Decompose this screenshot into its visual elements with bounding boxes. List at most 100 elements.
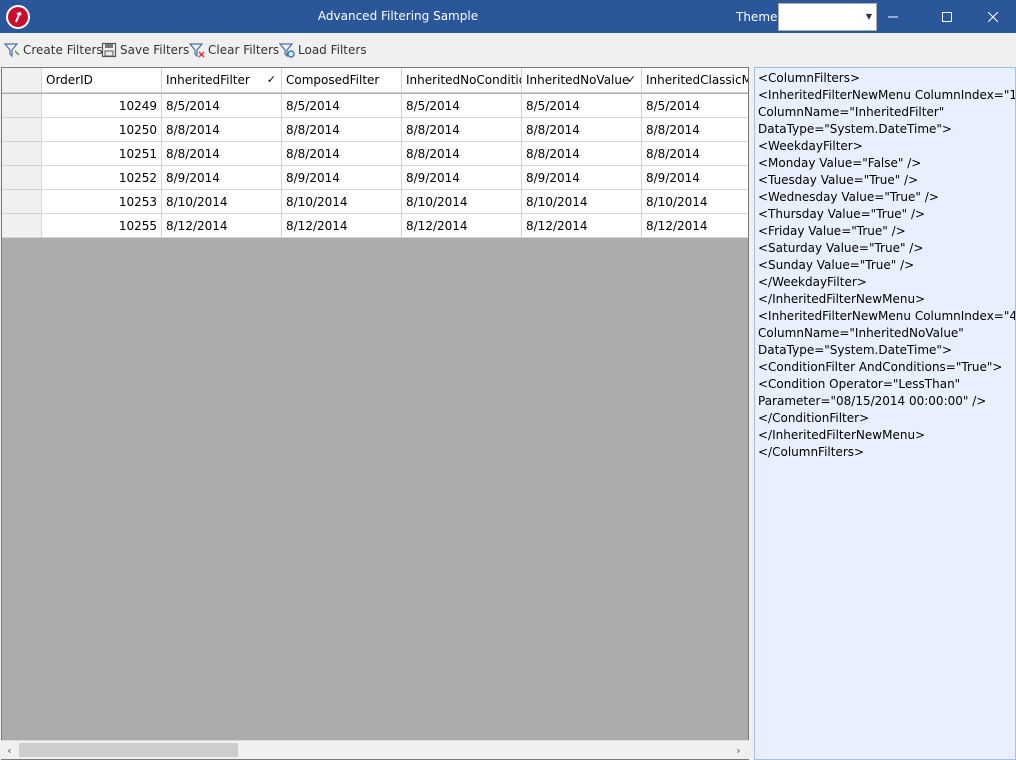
xml-line: <Tuesday Value="True" /> — [758, 173, 919, 187]
xml-line: <Sunday Value="True" /> — [758, 258, 915, 272]
row-header[interactable] — [2, 94, 42, 117]
theme-dropdown[interactable]: ▼ — [778, 3, 877, 31]
filter-clear-icon — [189, 43, 205, 58]
xml-line: </WeekdayFilter> — [758, 275, 867, 289]
load-filters-label: Load Filters — [298, 43, 367, 57]
xml-line: <Friday Value="True" /> — [758, 224, 906, 238]
column-header-inheritedclassicmenu[interactable]: InheritedClassicM — [642, 68, 748, 92]
table-cell[interactable]: 8/8/2014 — [522, 118, 642, 141]
xml-line: <InheritedFilterNewMenu ColumnIndex="4" — [758, 309, 1016, 323]
table-cell[interactable]: 8/9/2014 — [162, 166, 282, 189]
table-cell[interactable]: 8/12/2014 — [282, 214, 402, 237]
row-header-corner[interactable] — [2, 68, 42, 92]
table-row[interactable]: 10251 8/8/2014 8/8/2014 8/8/2014 8/8/2014 8/8… — [2, 142, 748, 166]
maximize-icon — [942, 11, 952, 22]
table-row[interactable]: 10250 8/8/2014 8/8/2014 8/8/2014 8/8/2014 8/8… — [2, 118, 748, 142]
filter-active-icon[interactable]: ✓ — [627, 73, 636, 86]
column-header-inheritednocondition[interactable]: InheritedNoConditio — [402, 68, 522, 92]
column-header-inheritednovalue[interactable]: InheritedNoValue ✓ — [522, 68, 642, 92]
table-cell[interactable]: 8/12/2014 — [522, 214, 642, 237]
column-header-inheritedfilter[interactable]: InheritedFilter ✓ — [162, 68, 282, 92]
title-bar: Advanced Filtering Sample Theme ▼ — [0, 0, 1016, 33]
close-icon — [988, 11, 998, 22]
table-cell[interactable]: 8/8/2014 — [282, 118, 402, 141]
table-row[interactable]: 10249 8/5/2014 8/5/2014 8/5/2014 8/5/2014 8/5… — [2, 94, 748, 118]
table-cell[interactable]: 8/8/2014 — [642, 118, 748, 141]
table-cell[interactable]: 8/5/2014 — [402, 94, 522, 117]
xml-line: <InheritedFilterNewMenu ColumnIndex="1" — [758, 88, 1016, 102]
chevron-right-icon: › — [736, 743, 741, 757]
row-header[interactable] — [2, 118, 42, 141]
clear-filters-label: Clear Filters — [208, 43, 280, 57]
table-cell[interactable]: 8/8/2014 — [162, 142, 282, 165]
table-cell[interactable]: 8/9/2014 — [282, 166, 402, 189]
xml-line: <Monday Value="False" /> — [758, 156, 922, 170]
xml-line: <Thursday Value="True" /> — [758, 207, 926, 221]
close-button[interactable] — [970, 0, 1016, 33]
table-cell[interactable]: 8/5/2014 — [162, 94, 282, 117]
table-cell[interactable]: 8/8/2014 — [282, 142, 402, 165]
table-cell[interactable]: 8/10/2014 — [402, 190, 522, 213]
save-filters-label: Save Filters — [120, 43, 190, 57]
table-cell[interactable]: 8/10/2014 — [522, 190, 642, 213]
table-cell[interactable]: 8/10/2014 — [642, 190, 748, 213]
minimize-button[interactable] — [870, 0, 916, 33]
table-cell[interactable]: 10253 — [42, 190, 162, 213]
column-header-orderid[interactable]: OrderID — [42, 68, 162, 92]
table-cell[interactable]: 8/8/2014 — [402, 118, 522, 141]
table-cell[interactable]: 8/12/2014 — [642, 214, 748, 237]
table-cell[interactable]: 10251 — [42, 142, 162, 165]
horizontal-scrollbar[interactable]: ‹ › — [1, 740, 749, 759]
create-filters-label: Create Filters — [23, 43, 103, 57]
table-cell[interactable]: 10252 — [42, 166, 162, 189]
table-cell[interactable]: 8/5/2014 — [282, 94, 402, 117]
filter-create-icon — [4, 43, 20, 58]
table-row[interactable]: 10253 8/10/2014 8/10/2014 8/10/2014 8/10/201… — [2, 190, 748, 214]
row-header[interactable] — [2, 190, 42, 213]
table-cell[interactable]: 8/5/2014 — [522, 94, 642, 117]
row-header[interactable] — [2, 166, 42, 189]
table-cell[interactable]: 8/9/2014 — [402, 166, 522, 189]
save-icon — [101, 42, 117, 58]
xml-line: <Condition Operator="LessThan" — [758, 377, 961, 391]
table-cell[interactable]: 8/9/2014 — [522, 166, 642, 189]
table-cell[interactable]: 8/5/2014 — [642, 94, 748, 117]
table-cell[interactable]: 10249 — [42, 94, 162, 117]
table-row[interactable]: 10252 8/9/2014 8/9/2014 8/9/2014 8/9/2014 8/9… — [2, 166, 748, 190]
table-cell[interactable]: 8/10/2014 — [282, 190, 402, 213]
create-filters-button[interactable]: Create Filters — [4, 41, 103, 59]
clear-filters-button[interactable]: Clear Filters — [189, 41, 279, 59]
xml-line: <ColumnFilters> — [758, 71, 861, 85]
xml-line: DataType="System.DateTime"> — [758, 343, 952, 357]
table-cell[interactable]: 8/12/2014 — [402, 214, 522, 237]
load-filters-button[interactable]: Load Filters — [279, 41, 367, 59]
save-filters-button[interactable]: Save Filters — [101, 41, 189, 59]
table-cell[interactable]: 8/8/2014 — [642, 142, 748, 165]
filter-xml-textbox[interactable]: <ColumnFilters> <InheritedFilterNewMenu C… — [754, 67, 1016, 760]
table-cell[interactable]: 8/9/2014 — [642, 166, 748, 189]
scrollbar-thumb[interactable] — [19, 743, 238, 757]
xml-line: <Saturday Value="True" /> — [758, 241, 924, 255]
scroll-right-button[interactable]: › — [730, 741, 747, 759]
table-cell[interactable]: 10250 — [42, 118, 162, 141]
theme-label: Theme — [736, 10, 778, 24]
table-cell[interactable]: 10255 — [42, 214, 162, 237]
table-row[interactable]: 10255 8/12/2014 8/12/2014 8/12/2014 8/12/201… — [2, 214, 748, 238]
table-cell[interactable]: 8/12/2014 — [162, 214, 282, 237]
scroll-left-button[interactable]: ‹ — [1, 741, 18, 759]
row-header[interactable] — [2, 142, 42, 165]
xml-line: </ColumnFilters> — [758, 445, 865, 459]
filter-active-icon[interactable]: ✓ — [267, 73, 276, 86]
xml-line: Parameter="08/15/2014 00:00:00" /> — [758, 394, 987, 408]
table-cell[interactable]: 8/8/2014 — [162, 118, 282, 141]
orders-grid[interactable]: OrderID InheritedFilter ✓ ComposedFilter … — [1, 67, 749, 760]
filter-load-icon — [279, 43, 295, 58]
row-header[interactable] — [2, 214, 42, 237]
table-cell[interactable]: 8/8/2014 — [522, 142, 642, 165]
maximize-button[interactable] — [924, 0, 970, 33]
xml-line: ColumnName="InheritedNoValue" — [758, 326, 964, 340]
table-cell[interactable]: 8/8/2014 — [402, 142, 522, 165]
window-title: Advanced Filtering Sample — [317, 9, 479, 23]
column-header-composedfilter[interactable]: ComposedFilter — [282, 68, 402, 92]
table-cell[interactable]: 8/10/2014 — [162, 190, 282, 213]
